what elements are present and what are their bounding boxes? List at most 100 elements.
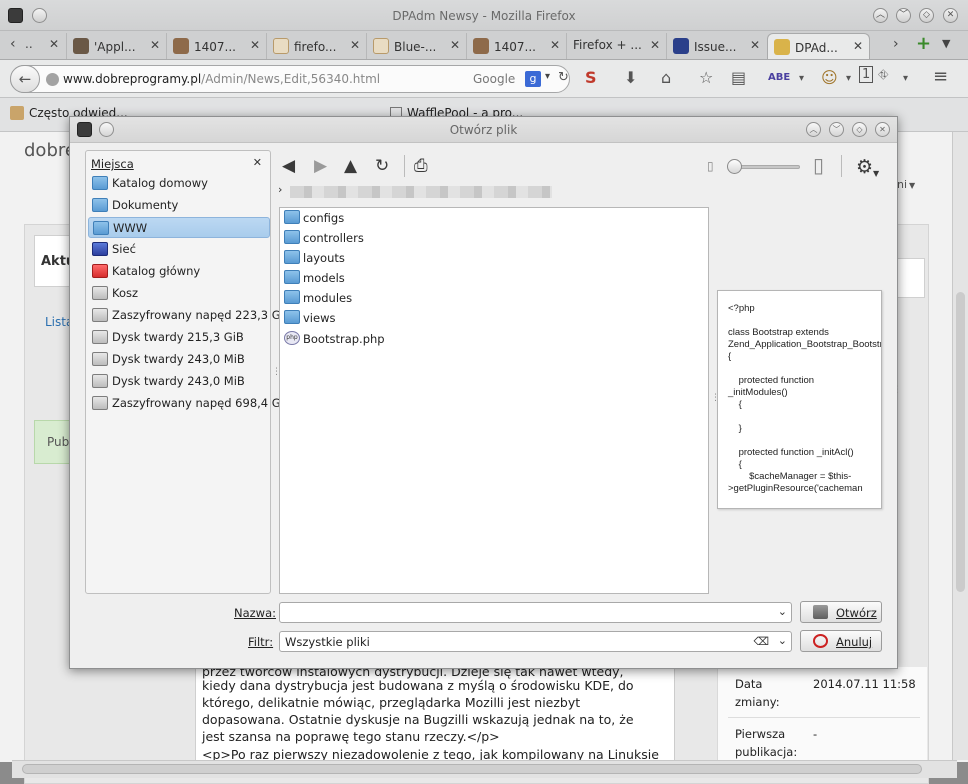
place-documents[interactable]: Dokumenty: [88, 195, 270, 216]
reading-list-icon[interactable]: ▤: [731, 68, 746, 87]
chevron-down-icon[interactable]: ⌄: [778, 634, 787, 647]
place-drive[interactable]: Zaszyfrowany napęd 698,4 GiB: [88, 393, 292, 414]
reload-icon[interactable]: ↻: [558, 70, 569, 85]
forward-arrow-icon[interactable]: ▶: [314, 156, 327, 176]
place-trash[interactable]: Kosz: [88, 283, 270, 304]
zoom-slider[interactable]: [727, 159, 800, 174]
gear-icon[interactable]: ⚙: [856, 156, 873, 178]
tab-close-icon[interactable]: ✕: [650, 38, 660, 52]
file-preview: <?php class Bootstrap extends Zend_Appli…: [717, 290, 882, 509]
bookmark-star-icon[interactable]: ☆: [699, 68, 713, 87]
url-text[interactable]: www.dobreprogramy.pl/Admin/News,Edit,563…: [63, 72, 380, 86]
preview-icon[interactable]: ⎙: [414, 156, 428, 176]
place-drive[interactable]: Zaszyfrowany napęd 223,3 GiB: [88, 305, 292, 326]
chevron-down-icon[interactable]: ▾: [846, 73, 851, 84]
slider-knob[interactable]: [727, 159, 742, 174]
tab-close-icon[interactable]: ✕: [450, 38, 460, 52]
place-drive[interactable]: Dysk twardy 215,3 GiB: [88, 327, 270, 348]
chevron-down-icon[interactable]: ▾: [799, 73, 804, 84]
tab-close-icon[interactable]: ✕: [750, 38, 760, 52]
chevron-down-icon[interactable]: ⌄: [778, 605, 787, 618]
chevron-down-icon[interactable]: ▾: [903, 73, 908, 84]
place-drive[interactable]: Dysk twardy 243,0 MiB: [88, 349, 270, 370]
tabs-scroll-left-icon[interactable]: ‹: [10, 36, 16, 52]
tab-partial-close-icon[interactable]: ✕: [49, 37, 59, 51]
place-home[interactable]: Katalog domowy: [88, 173, 270, 194]
folder-icon: [92, 198, 108, 212]
tab-close-icon[interactable]: ✕: [350, 38, 360, 52]
maximize-icon[interactable]: ◇: [919, 8, 934, 23]
splitter-handle[interactable]: ⋮: [893, 385, 902, 395]
back-arrow-icon[interactable]: ◀: [282, 156, 295, 176]
user-dropdown[interactable]: ni: [897, 178, 907, 191]
monkey-icon[interactable]: ☺: [821, 68, 838, 87]
s-addon-icon[interactable]: S: [585, 68, 597, 87]
tab-close-icon[interactable]: ✕: [853, 39, 863, 53]
scroll-thumb[interactable]: [22, 764, 922, 774]
google-icon[interactable]: g: [525, 71, 541, 87]
drive-icon: [92, 330, 108, 344]
article-editor[interactable]: przez twórców instalowych dystrybucji. D…: [195, 667, 685, 762]
tab-7[interactable]: Issue... ✕: [666, 33, 766, 59]
tab-4[interactable]: Blue-... ✕: [366, 33, 466, 59]
download-icon[interactable]: ⬇: [624, 68, 637, 87]
clear-text-icon[interactable]: ⌫: [753, 635, 769, 648]
open-button[interactable]: Otwórz: [800, 601, 882, 623]
tab-2[interactable]: 1407... ✕: [166, 33, 266, 59]
keep-above-icon[interactable]: ︿: [873, 8, 888, 23]
tab-1[interactable]: 'Appl... ✕: [66, 33, 166, 59]
editor-scrollbar[interactable]: [674, 667, 685, 762]
close-places-icon[interactable]: ✕: [253, 156, 262, 169]
tab-close-icon[interactable]: ✕: [150, 38, 160, 52]
chevron-down-icon[interactable]: ▼: [873, 169, 879, 178]
close-icon[interactable]: ✕: [943, 8, 958, 23]
maximize-icon[interactable]: ◇: [852, 122, 867, 137]
reload-icon[interactable]: ↻: [375, 156, 389, 176]
file-list[interactable]: configs controllers layouts models modul…: [279, 207, 709, 594]
menu-icon[interactable]: ≡: [933, 66, 948, 87]
close-icon[interactable]: ✕: [875, 122, 890, 137]
network-icon[interactable]: ⛗: [878, 68, 888, 83]
page-vertical-scrollbar[interactable]: [952, 132, 968, 760]
new-tab-icon[interactable]: +: [916, 33, 931, 54]
drive-icon: [92, 374, 108, 388]
url-bar[interactable]: ← www.dobreprogramy.pl/Admin/News,Edit,5…: [10, 65, 570, 93]
chevron-down-icon[interactable]: ▼: [909, 181, 915, 190]
editor-line: dopasowana. Ostatnie dyskusje na Bugzill…: [202, 712, 634, 727]
name-input[interactable]: ⌄: [279, 602, 792, 623]
cancel-button[interactable]: Anuluj: [800, 630, 882, 652]
page-horizontal-scrollbar[interactable]: [12, 760, 957, 778]
preview-text: <?php class Bootstrap extends Zend_Appli…: [728, 303, 882, 494]
counter-icon[interactable]: 1: [859, 66, 874, 83]
tab-5[interactable]: 1407... ✕: [466, 33, 566, 59]
horse-icon: [73, 38, 89, 54]
chevron-right-icon[interactable]: ›: [278, 183, 282, 196]
keep-above-icon[interactable]: ︿: [806, 122, 821, 137]
tabs-scroll-right-icon[interactable]: ›: [893, 36, 899, 52]
place-root[interactable]: Katalog główny: [88, 261, 270, 282]
place-network[interactable]: Sieć: [88, 239, 270, 260]
search-engine-label[interactable]: Google: [473, 72, 515, 86]
breadcrumb[interactable]: ›: [278, 183, 558, 199]
php-file-icon: php: [284, 331, 300, 345]
up-arrow-icon[interactable]: ▲: [344, 156, 357, 176]
tab-close-icon[interactable]: ✕: [250, 38, 260, 52]
home-icon[interactable]: ⌂: [661, 68, 671, 87]
place-drive[interactable]: Dysk twardy 243,0 MiB: [88, 371, 270, 392]
tab-6[interactable]: Firefox + ... ✕: [566, 33, 666, 59]
home-folder-icon: [92, 176, 108, 190]
minimize-icon[interactable]: ﹀: [896, 8, 911, 23]
tab-close-icon[interactable]: ✕: [550, 38, 560, 52]
filter-combo[interactable]: Wszystkie pliki ⌫ ⌄: [279, 631, 792, 652]
scroll-thumb[interactable]: [956, 292, 965, 592]
chevron-down-icon[interactable]: ▾: [545, 71, 550, 82]
folder-icon: [284, 210, 300, 224]
back-button[interactable]: ←: [10, 65, 40, 93]
tab-partial-label[interactable]: ..: [25, 37, 33, 51]
tab-3[interactable]: firefo... ✕: [266, 33, 366, 59]
tab-active[interactable]: DPAd... ✕: [767, 33, 870, 59]
abe-icon[interactable]: ABE: [768, 72, 790, 83]
minimize-icon[interactable]: ﹀: [829, 122, 844, 137]
place-www[interactable]: WWW: [88, 217, 270, 238]
tab-list-icon[interactable]: ▼: [942, 37, 950, 50]
